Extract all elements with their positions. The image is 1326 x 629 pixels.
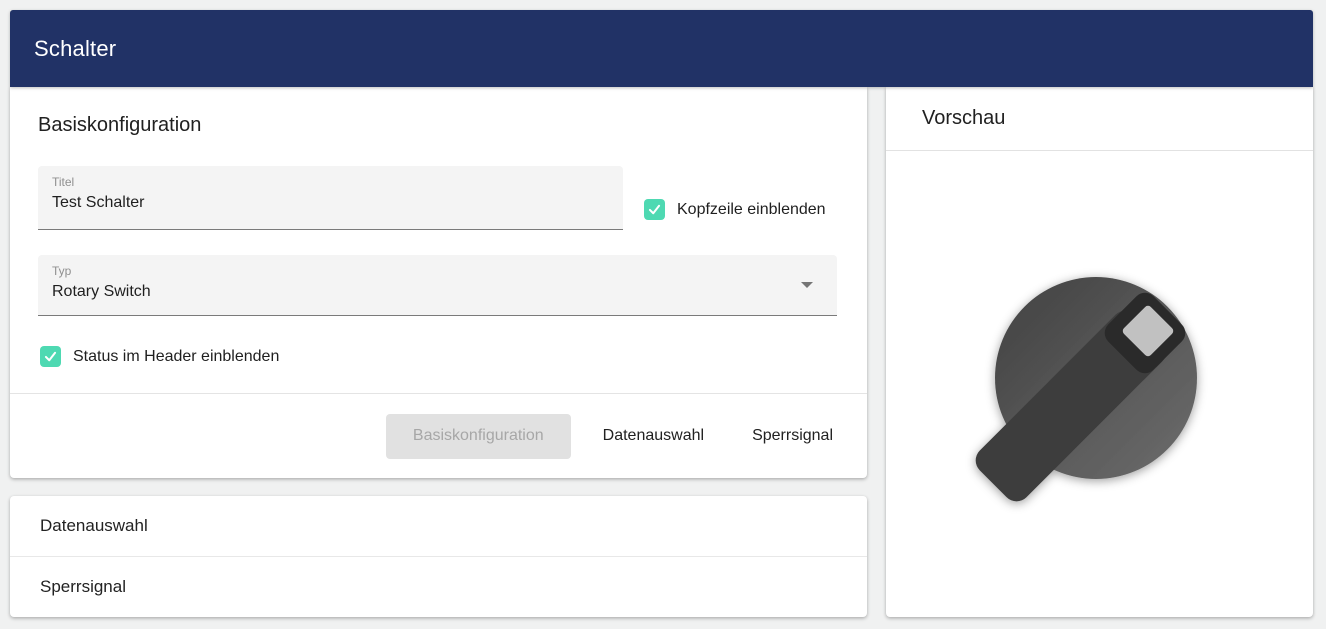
page-title: Schalter: [10, 36, 116, 62]
wizard-step-buttons: Basiskonfiguration Datenauswahl Sperrsig…: [10, 394, 867, 478]
panel-datenauswahl[interactable]: Datenauswahl: [10, 496, 867, 556]
step-button-sperrsignal[interactable]: Sperrsignal: [736, 414, 849, 459]
preview-body: [886, 151, 1313, 617]
basic-config-heading: Basiskonfiguration: [38, 114, 201, 137]
checkmark-icon: [647, 202, 662, 217]
preview-header: Vorschau: [886, 87, 1313, 151]
type-select-label: Typ: [52, 264, 71, 278]
collapsed-panels-card: Datenauswahl Sperrsignal: [10, 496, 867, 617]
title-field-label: Titel: [52, 175, 74, 189]
panel-sperrsignal[interactable]: Sperrsignal: [10, 556, 867, 616]
basic-config-card: Basiskonfiguration Titel Test Schalter K…: [10, 87, 867, 478]
dropdown-arrow-icon[interactable]: [801, 282, 813, 288]
show-status-checkbox-label: Status im Header einblenden: [73, 348, 279, 366]
preview-card: Vorschau: [886, 87, 1313, 617]
step-button-basiskonfiguration[interactable]: Basiskonfiguration: [386, 414, 571, 459]
show-status-checkbox[interactable]: [40, 346, 61, 367]
app-header-bar: Schalter: [10, 10, 1313, 87]
panel-datenauswahl-label: Datenauswahl: [40, 516, 148, 536]
show-header-checkbox-row: Kopfzeile einblenden: [644, 199, 826, 220]
rotary-switch-icon[interactable]: [886, 151, 1313, 617]
preview-title: Vorschau: [886, 107, 1005, 130]
type-select-value: Rotary Switch: [52, 283, 151, 301]
step-button-datenauswahl[interactable]: Datenauswahl: [587, 414, 720, 459]
type-select[interactable]: Typ Rotary Switch: [38, 255, 837, 316]
show-header-checkbox-label: Kopfzeile einblenden: [677, 201, 826, 219]
show-header-checkbox[interactable]: [644, 199, 665, 220]
title-field[interactable]: Titel Test Schalter: [38, 166, 623, 230]
checkmark-icon: [43, 349, 58, 364]
title-field-value[interactable]: Test Schalter: [52, 194, 144, 212]
panel-sperrsignal-label: Sperrsignal: [40, 577, 126, 597]
show-status-checkbox-row: Status im Header einblenden: [40, 346, 279, 367]
